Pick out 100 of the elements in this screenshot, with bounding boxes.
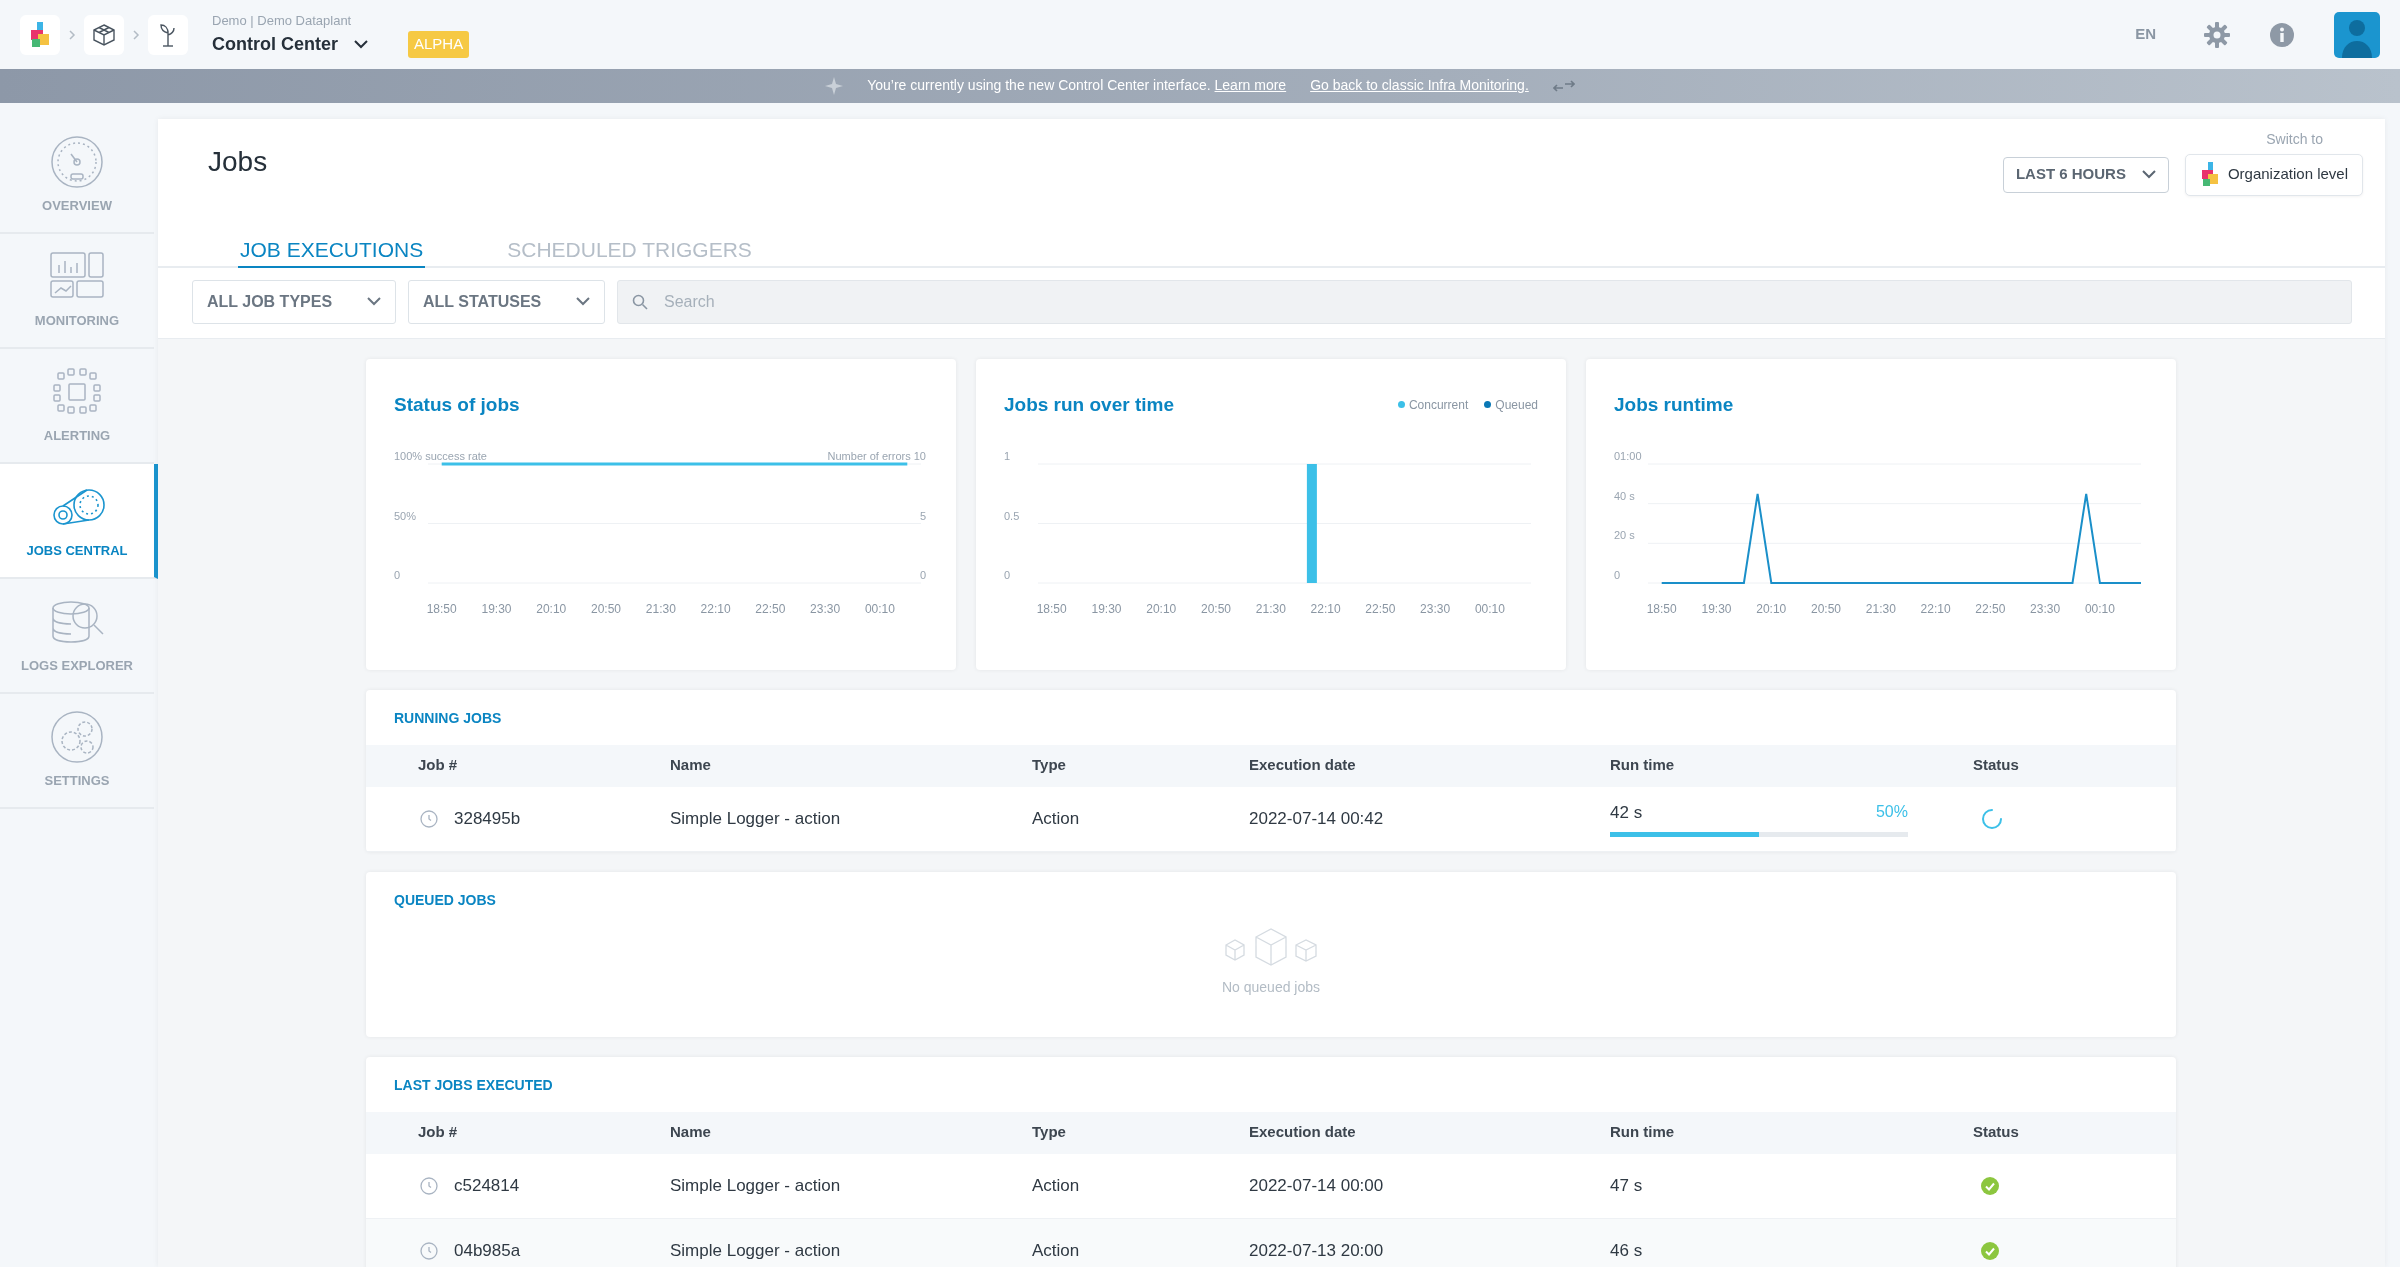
tick-label: 20:10 bbox=[1756, 602, 1787, 617]
logo-icon bbox=[28, 21, 52, 48]
legend-label: Concurrent bbox=[1408, 396, 1469, 414]
sparkle-icon bbox=[825, 76, 844, 95]
tick-label: 22:10 bbox=[1310, 602, 1341, 617]
column-header: Execution date bbox=[1249, 755, 1357, 776]
page-title: Jobs bbox=[208, 145, 268, 179]
column-header: Job # bbox=[418, 1122, 459, 1143]
tick-label: 20 s bbox=[1614, 529, 1635, 542]
logo-button[interactable] bbox=[20, 14, 60, 55]
tick-label: 0 bbox=[919, 569, 926, 582]
clock-icon bbox=[420, 809, 438, 828]
settings-icon bbox=[49, 709, 105, 764]
table-cell-text: 46 s bbox=[1610, 1239, 1644, 1262]
alpha-badge: ALPHA bbox=[408, 31, 470, 58]
chevron-icon bbox=[68, 28, 76, 41]
clock-icon bbox=[420, 1241, 438, 1260]
tick-label: 20:10 bbox=[536, 602, 567, 617]
classic-link[interactable]: Go back to classic Infra Monitoring. bbox=[1310, 75, 1529, 97]
tick-label: Number of errors 10 bbox=[827, 450, 926, 463]
info-button[interactable] bbox=[2270, 22, 2294, 47]
tick-label: 19:30 bbox=[481, 602, 512, 617]
project-dropdown[interactable]: Control Center bbox=[212, 30, 368, 58]
arrows-icon bbox=[1552, 78, 1575, 93]
clock-icon bbox=[420, 1176, 438, 1195]
learn-more-link[interactable]: Learn more bbox=[1214, 77, 1287, 94]
tick-label: 20:50 bbox=[591, 602, 622, 617]
tick-label: 19:30 bbox=[1701, 602, 1732, 617]
tick-label: 5 bbox=[919, 509, 926, 522]
caret-icon bbox=[2141, 170, 2156, 180]
table-cell-text: Action bbox=[1032, 1239, 1081, 1262]
column-header: Run time bbox=[1610, 755, 1676, 776]
caret-icon bbox=[367, 297, 381, 307]
tick-label: 19:30 bbox=[1091, 602, 1122, 617]
tick-label: 23:30 bbox=[2030, 602, 2061, 617]
table-cell-text: Action bbox=[1032, 807, 1081, 830]
column-header: Execution date bbox=[1249, 1122, 1357, 1143]
tick-label: 01:00 bbox=[1614, 450, 1642, 463]
tick-label: 22:50 bbox=[1975, 602, 2006, 617]
progress-percent: 50% bbox=[1875, 802, 1908, 823]
tick-label: 100% success rate bbox=[394, 450, 487, 463]
tick-label: 23:30 bbox=[810, 602, 841, 617]
table-cell-text: Action bbox=[1032, 1174, 1081, 1197]
tick-label: 22:10 bbox=[1920, 602, 1951, 617]
info-icon bbox=[2270, 22, 2294, 47]
breadcrumb-parent: Demo | Demo Dataplant bbox=[212, 12, 353, 31]
table-cell-text: 2022-07-13 20:00 bbox=[1249, 1239, 1385, 1262]
tick-label: 22:50 bbox=[1365, 602, 1396, 617]
tick-label: 18:50 bbox=[1646, 602, 1677, 617]
chart-title: Jobs run over time bbox=[1004, 392, 1174, 417]
tick-label: 18:50 bbox=[426, 602, 457, 617]
column-header: Status bbox=[1973, 755, 2020, 776]
tick-label: 0 bbox=[394, 569, 401, 582]
logo-icon bbox=[2199, 161, 2220, 188]
caret-icon bbox=[354, 39, 368, 49]
tick-label: 22:10 bbox=[700, 602, 731, 617]
section-title: LAST JOBS EXECUTED bbox=[393, 1075, 554, 1095]
switch-label: Switch to bbox=[2266, 129, 2323, 149]
column-header: Run time bbox=[1610, 1122, 1676, 1143]
table-cell-text: 42 s bbox=[1610, 802, 1643, 825]
caret-icon bbox=[576, 297, 590, 307]
column-header: Type bbox=[1032, 1122, 1067, 1143]
table-cell-text: 2022-07-14 00:00 bbox=[1249, 1174, 1385, 1197]
filter-dropdown[interactable]: ALL STATUSES bbox=[408, 279, 605, 324]
tab[interactable]: SCHEDULED TRIGGERS bbox=[505, 234, 754, 268]
filter-dropdown[interactable]: ALL JOB TYPES bbox=[192, 279, 396, 324]
table-cell-text: 47 s bbox=[1610, 1174, 1644, 1197]
sidebar-item[interactable]: JOBS CENTRAL bbox=[0, 463, 158, 579]
table-cell-text: Simple Logger - action bbox=[670, 1174, 842, 1197]
language-button[interactable]: EN bbox=[2135, 23, 2156, 46]
cube-icon bbox=[92, 23, 116, 46]
tick-label: 23:30 bbox=[1420, 602, 1451, 617]
tick-label: 20:50 bbox=[1201, 602, 1232, 617]
breadcrumb-button[interactable] bbox=[84, 14, 124, 55]
time-range-dropdown[interactable]: LAST 6 HOURS bbox=[2002, 156, 2169, 193]
search-field[interactable]: Search bbox=[617, 279, 2352, 324]
tick-label: 0 bbox=[1614, 569, 1621, 582]
tick-label: 1 bbox=[1004, 450, 1011, 463]
tick-label: 0.5 bbox=[1004, 509, 1020, 522]
search-icon bbox=[632, 293, 648, 310]
tick-label: 00:10 bbox=[1474, 602, 1505, 617]
avatar-button[interactable] bbox=[2334, 11, 2380, 58]
column-header: Job # bbox=[418, 755, 459, 776]
tick-label: 21:30 bbox=[645, 602, 676, 617]
chart-title: Jobs runtime bbox=[1614, 392, 1734, 417]
organization-level-button[interactable]: Organization level bbox=[2184, 153, 2363, 196]
tick-label: 0 bbox=[1004, 569, 1011, 582]
tick-label: 20:10 bbox=[1146, 602, 1177, 617]
table-cell-text: 2022-07-14 00:42 bbox=[1249, 807, 1385, 830]
column-header: Name bbox=[670, 1122, 712, 1143]
column-header: Status bbox=[1973, 1122, 2020, 1143]
tick-label: 00:10 bbox=[2084, 602, 2115, 617]
breadcrumb-button[interactable] bbox=[148, 14, 188, 55]
tab[interactable]: JOB EXECUTIONS bbox=[238, 234, 426, 268]
table-cell-text: Simple Logger - action bbox=[670, 1239, 842, 1262]
empty-message: No queued jobs bbox=[1221, 977, 1321, 997]
table-cell-text: 04b985a bbox=[454, 1239, 521, 1262]
chart-title: Status of jobs bbox=[394, 392, 520, 417]
column-header: Type bbox=[1032, 755, 1067, 776]
column-header: Name bbox=[670, 755, 712, 776]
